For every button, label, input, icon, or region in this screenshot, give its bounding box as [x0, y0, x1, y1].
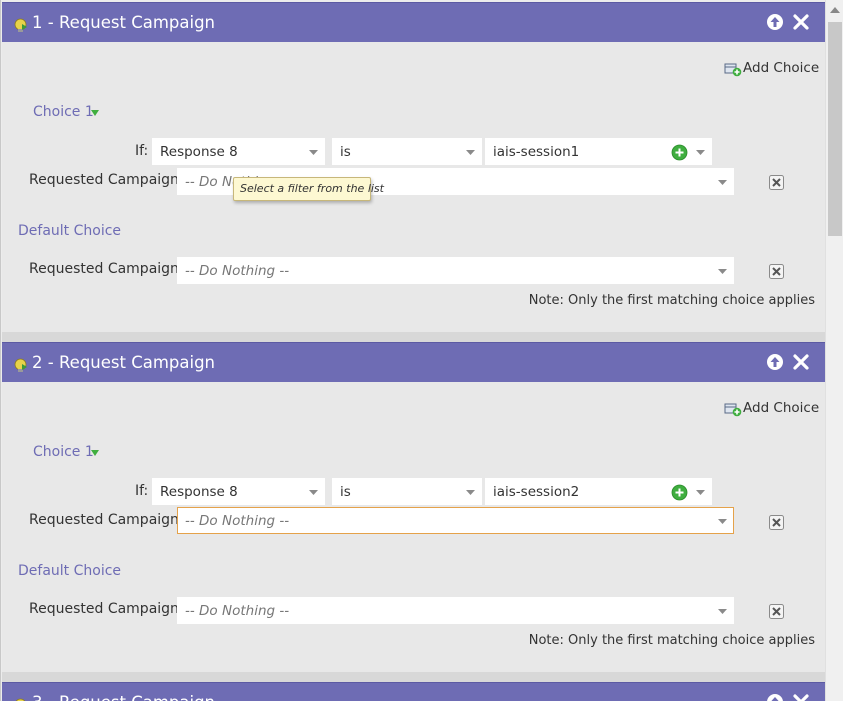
if-label: If: — [135, 483, 149, 499]
chevron-down-icon — [718, 609, 727, 614]
chevron-down-icon[interactable] — [91, 110, 99, 116]
add-choice-label: Add Choice — [743, 60, 820, 76]
operator-select-value: is — [340, 144, 351, 160]
first-match-note: Note: Only the first matching choice app… — [528, 293, 815, 308]
default-choice-label: Default Choice — [18, 223, 122, 239]
lightbulb-icon — [14, 358, 27, 372]
chevron-down-icon — [466, 490, 475, 495]
arrow-up-icon[interactable] — [765, 692, 785, 701]
value-select[interactable]: iais-session2 — [485, 478, 712, 505]
close-icon[interactable] — [791, 352, 811, 372]
default-requested-campaign-value: -- Do Nothing -- — [185, 263, 290, 279]
operator-select-value: is — [340, 484, 351, 500]
response-select-value: Response 8 — [160, 144, 238, 160]
step-title: 2 - Request Campaign — [32, 353, 216, 372]
delete-box-icon[interactable] — [769, 175, 784, 190]
chevron-down-icon — [718, 180, 727, 185]
vertical-scrollbar[interactable] — [825, 0, 843, 701]
chevron-down-icon — [718, 269, 727, 274]
response-select-value: Response 8 — [160, 484, 238, 500]
default-requested-campaign-select[interactable]: -- Do Nothing -- — [177, 257, 734, 284]
close-icon[interactable] — [791, 12, 811, 32]
choice-1-toggle[interactable]: Choice 1 — [33, 104, 94, 120]
flow-step-1: 1 - Request Campaign Add Choice Choice 1 — [2, 2, 825, 342]
add-choice-icon — [724, 403, 742, 417]
chevron-down-icon — [696, 490, 705, 495]
delete-box-icon[interactable] — [769, 604, 784, 619]
step-separator — [2, 332, 825, 342]
first-match-note: Note: Only the first matching choice app… — [528, 633, 815, 648]
scrollbar-thumb[interactable] — [828, 22, 842, 236]
value-select-value: iais-session2 — [493, 484, 580, 500]
chevron-down-icon[interactable] — [91, 450, 99, 456]
step-separator — [2, 672, 825, 682]
requested-campaign-label: Requested Campaign: — [29, 512, 184, 528]
flow-step-2: 2 - Request Campaign Add Choice Choice 1 — [2, 342, 825, 682]
add-choice-icon — [724, 63, 742, 77]
lightbulb-icon — [14, 18, 27, 32]
default-requested-campaign-select[interactable]: -- Do Nothing -- — [177, 597, 734, 624]
arrow-up-icon[interactable] — [765, 12, 785, 32]
arrow-up-icon[interactable] — [765, 352, 785, 372]
close-icon[interactable] — [791, 692, 811, 701]
response-select[interactable]: Response 8 — [152, 478, 325, 505]
default-requested-campaign-label: Requested Campaign: — [29, 601, 184, 617]
step-title: 1 - Request Campaign — [32, 13, 216, 32]
scroll-up-arrow-icon[interactable] — [830, 7, 840, 14]
default-requested-campaign-value: -- Do Nothing -- — [185, 603, 290, 619]
step-title: 3 - Request Campaign — [32, 693, 215, 701]
step-body: Add Choice Choice 1 If: Response 8 is ia… — [2, 42, 825, 332]
step-header: 1 - Request Campaign — [2, 2, 825, 42]
tooltip-text: Select a filter from the list — [240, 182, 384, 195]
delete-box-icon[interactable] — [769, 264, 784, 279]
value-select-value: iais-session1 — [493, 144, 580, 160]
operator-select[interactable]: is — [332, 478, 482, 505]
requested-campaign-value: -- Do Nothing -- — [185, 513, 290, 529]
step-body: Add Choice Choice 1 If: Response 8 is ia… — [2, 382, 825, 672]
chevron-down-icon — [718, 519, 727, 524]
chevron-down-icon — [309, 490, 318, 495]
default-choice-label: Default Choice — [18, 563, 122, 579]
operator-select[interactable]: is — [332, 138, 482, 165]
requested-campaign-select[interactable]: -- Do Nothing -- — [177, 507, 734, 534]
if-label: If: — [135, 143, 149, 159]
step-header: 2 - Request Campaign — [2, 342, 825, 382]
add-choice-label: Add Choice — [743, 400, 820, 416]
requested-campaign-label: Requested Campaign: — [29, 172, 184, 188]
choice-1-toggle[interactable]: Choice 1 — [33, 444, 94, 460]
flow-steps-panel: 1 - Request Campaign Add Choice Choice 1 — [0, 0, 825, 701]
plus-circle-icon[interactable] — [671, 144, 688, 161]
chevron-down-icon — [696, 150, 705, 155]
filter-tooltip: Select a filter from the list — [233, 177, 384, 201]
flow-step-3: 3 - Request Campaign — [2, 682, 825, 701]
default-requested-campaign-label: Requested Campaign: — [29, 261, 184, 277]
response-select[interactable]: Response 8 — [152, 138, 325, 165]
step-header: 3 - Request Campaign — [2, 682, 825, 701]
delete-box-icon[interactable] — [769, 515, 784, 530]
chevron-down-icon — [466, 150, 475, 155]
value-select[interactable]: iais-session1 — [485, 138, 712, 165]
plus-circle-icon[interactable] — [671, 484, 688, 501]
chevron-down-icon — [309, 150, 318, 155]
